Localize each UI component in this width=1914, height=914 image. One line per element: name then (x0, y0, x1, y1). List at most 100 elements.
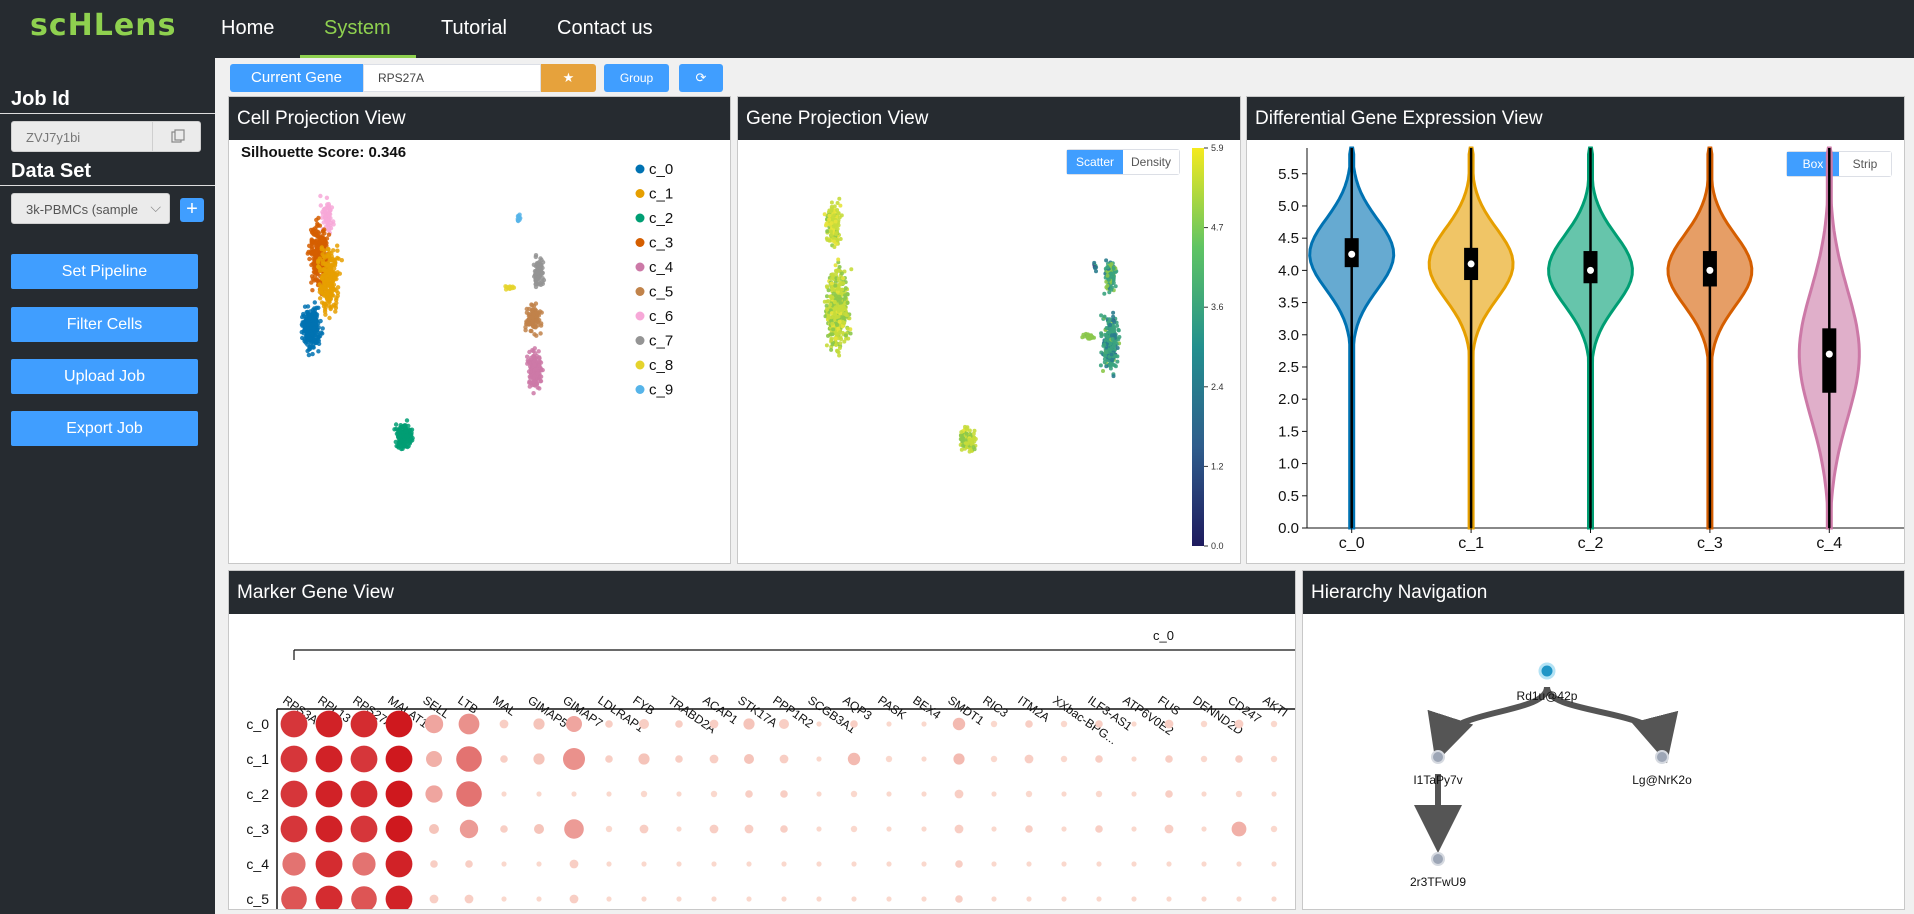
dot-c_2-SELL[interactable] (425, 785, 443, 803)
dot-c_4-LDLRAP1[interactable] (606, 861, 612, 867)
hierarchy-tree[interactable]: Rd1u@42p I1TaPy7v Lg@NrK2o 2r3TFwU9 (1303, 614, 1904, 910)
export-job-button[interactable]: Export Job (11, 411, 198, 446)
dot-c_0-TRABD2A[interactable] (675, 720, 683, 728)
dot-c_0-RPS27A[interactable] (350, 710, 378, 738)
legend-item-c_6[interactable]: c_6 (635, 308, 674, 325)
dot-c_5-MALAT1[interactable] (385, 885, 413, 910)
nav-contact-us[interactable]: Contact us (557, 17, 653, 40)
dot-c_2-RIC3[interactable] (991, 791, 997, 797)
dot-c_1-RPS27A[interactable] (350, 745, 378, 773)
dot-c_2-SMDT1[interactable] (954, 789, 964, 799)
violin-c_4[interactable]: c_4 (1797, 146, 1861, 552)
dot-c_5-ATP6V0E2[interactable] (1131, 896, 1137, 902)
dot-c_2-LDLRAP1[interactable] (606, 791, 612, 797)
dot-c_5-SMDT1[interactable] (955, 895, 963, 903)
dot-c_3-ILF3-AS1[interactable] (1095, 825, 1103, 833)
dot-c_3-AQP3[interactable] (850, 825, 858, 833)
dot-c_2-GIMAP5[interactable] (536, 791, 542, 797)
dot-c_2-FUS[interactable] (1165, 790, 1173, 798)
dot-c_5-LTB[interactable] (464, 894, 474, 904)
dot-c_5-ILF3-AS1[interactable] (1096, 896, 1102, 902)
current-gene-label[interactable]: Current Gene (230, 64, 363, 92)
dot-c_0-LDLRAP1[interactable] (605, 720, 613, 728)
dot-c_5-STK17A[interactable] (746, 896, 752, 902)
dot-c_2-XXbac-BPG...[interactable] (1061, 791, 1067, 797)
dot-c_2-FYB[interactable] (640, 790, 648, 798)
dot-c_3-STK17A[interactable] (744, 824, 754, 834)
violin-c_1[interactable]: c_1 (1427, 146, 1515, 552)
dot-c_3-GIMAP5[interactable] (534, 824, 544, 834)
dot-c_5-SCGB3A1[interactable] (816, 896, 822, 902)
dot-c_3-RPS3A[interactable] (280, 815, 308, 843)
dot-c_2-ACAP1[interactable] (710, 790, 718, 798)
dot-c_3-ACAP1[interactable] (709, 824, 719, 834)
cell-projection-plot[interactable]: Silhouette Score: 0.346 c_0 c_1 c_2 c_3 c_4c… (229, 140, 730, 563)
dot-c_5-PASK[interactable] (886, 896, 892, 902)
dot-c_4-PPP1R2[interactable] (781, 861, 787, 867)
dot-c_0-GIMAP5[interactable] (533, 718, 545, 730)
dot-c_3-CD247[interactable] (1231, 821, 1247, 837)
violin-c_3[interactable]: c_3 (1666, 146, 1754, 552)
gene-input[interactable]: RPS27A (363, 64, 541, 92)
dot-c_4-STK17A[interactable] (746, 861, 752, 867)
dot-c_5-LDLRAP1[interactable] (606, 896, 612, 902)
dot-c_5-RPL13[interactable] (315, 885, 343, 910)
dot-c_3-LTB[interactable] (459, 819, 479, 839)
filter-cells-button[interactable]: Filter Cells (11, 307, 198, 342)
dot-c_0-RPS3A[interactable] (280, 710, 308, 738)
add-dataset-button[interactable]: + (180, 198, 204, 222)
dot-c_1-MALAT1[interactable] (385, 745, 413, 773)
dot-c_4-MALAT1[interactable] (385, 850, 413, 878)
legend-item-c_8[interactable]: c_8 (635, 357, 674, 374)
dot-c_2-MALAT1[interactable] (385, 780, 413, 808)
dot-c_0-SMDT1[interactable] (952, 717, 966, 731)
dot-c_2-ILF3-AS1[interactable] (1095, 790, 1103, 798)
dot-c_4-LTB[interactable] (465, 860, 473, 868)
legend-item-c_2[interactable]: c_2 (635, 210, 674, 227)
dot-c_0-ACAP1[interactable] (709, 719, 719, 729)
dot-c_4-RPL13[interactable] (315, 850, 343, 878)
dot-c_0-AQP3[interactable] (850, 720, 858, 728)
dot-c_0-ATP6V0E2[interactable] (1131, 721, 1137, 727)
nav-tutorial[interactable]: Tutorial (441, 17, 507, 40)
dot-c_1-RPS3A[interactable] (280, 745, 308, 773)
dot-c_3-ITM2A[interactable] (1025, 825, 1033, 833)
dot-c_1-FYB[interactable] (638, 753, 650, 765)
dot-c_0-AKTI[interactable] (1270, 720, 1278, 728)
legend-item-c_5[interactable]: c_5 (635, 284, 674, 301)
dot-c_1-DENND2D[interactable] (1200, 755, 1208, 763)
dot-c_1-AKTI[interactable] (1270, 755, 1278, 763)
violin-chart[interactable]: 0.0 0.5 1.0 1.5 2.0 2.5 3.0 3.5 4.0 4.5 5.0 5.5 c_0 c… (1247, 140, 1904, 563)
dot-c_3-SELL[interactable] (429, 824, 439, 834)
job-id-field[interactable]: ZVJ7y1bi (11, 121, 201, 152)
legend-item-c_9[interactable]: c_9 (635, 382, 674, 399)
dot-c_3-MALAT1[interactable] (385, 815, 413, 843)
dot-c_1-FUS[interactable] (1165, 755, 1173, 763)
dot-c_5-FYB[interactable] (641, 896, 647, 902)
dot-c_2-ITM2A[interactable] (1025, 790, 1033, 798)
dot-c_4-SMDT1[interactable] (955, 860, 963, 868)
dot-c_3-ATP6V0E2[interactable] (1131, 826, 1137, 832)
nav-home[interactable]: Home (221, 17, 274, 40)
dot-c_0-CD247[interactable] (1234, 719, 1244, 729)
dot-c_3-SMDT1[interactable] (954, 824, 964, 834)
dot-c_2-AQP3[interactable] (850, 790, 858, 798)
copy-button[interactable] (152, 122, 200, 151)
legend-item-c_1[interactable]: c_1 (635, 186, 674, 203)
dot-c_4-ITM2A[interactable] (1026, 861, 1032, 867)
dot-c_2-BEX4[interactable] (921, 791, 927, 797)
dot-c_1-ITM2A[interactable] (1024, 754, 1034, 764)
dot-c_5-BEX4[interactable] (921, 896, 927, 902)
legend-item-c_7[interactable]: c_7 (635, 333, 674, 350)
app-logo[interactable]: scHLens (30, 8, 176, 43)
dot-c_5-GIMAP7[interactable] (569, 894, 579, 904)
dot-c_0-FUS[interactable] (1164, 719, 1174, 729)
dot-c_4-RPS27A[interactable] (352, 852, 376, 876)
dot-c_3-AKTI[interactable] (1270, 825, 1278, 833)
dot-c_0-RPL13[interactable] (315, 710, 343, 738)
dot-c_3-RIC3[interactable] (991, 826, 997, 832)
dot-c_0-MALAT1[interactable] (385, 710, 413, 738)
dot-c_0-STK17A[interactable] (743, 718, 755, 730)
dot-c_0-XXbac-BPG...[interactable] (1060, 720, 1068, 728)
dot-c_5-PPP1R2[interactable] (781, 896, 787, 902)
